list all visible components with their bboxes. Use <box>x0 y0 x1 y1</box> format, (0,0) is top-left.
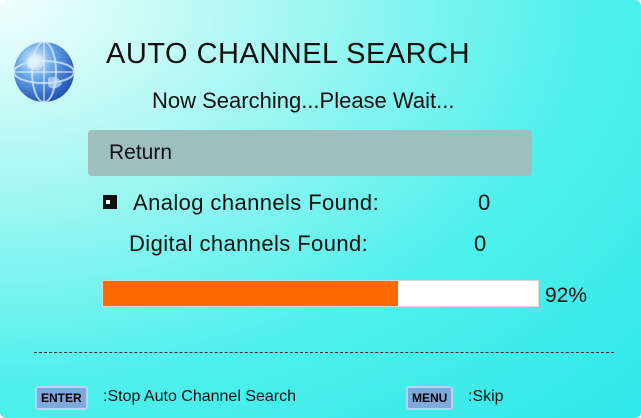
search-progress-fill <box>103 281 398 306</box>
status-message: Now Searching...Please Wait... <box>152 88 455 113</box>
return-button[interactable]: Return <box>88 130 532 176</box>
analog-channels-label: Analog channels Found: <box>133 190 380 215</box>
marker-dot <box>106 200 110 204</box>
auto-channel-search-screen: AUTO CHANNEL SEARCH Now Searching...Plea… <box>0 0 641 418</box>
page-title: AUTO CHANNEL SEARCH <box>106 38 471 70</box>
return-button-label: Return <box>109 141 173 164</box>
analog-channels-count: 0 <box>478 190 491 215</box>
digital-channels-label: Digital channels Found: <box>129 231 369 256</box>
selection-marker-icon <box>103 195 117 209</box>
menu-key-button[interactable]: MENU <box>406 386 454 410</box>
search-progress-bar <box>102 280 539 307</box>
footer-divider <box>34 352 614 353</box>
enter-key-button[interactable]: ENTER <box>35 386 88 410</box>
enter-key-hint: :Stop Auto Channel Search <box>103 388 297 405</box>
globe-icon <box>13 41 75 103</box>
search-progress-percent: 92% <box>545 284 588 307</box>
menu-key-hint: :Skip <box>468 388 504 405</box>
digital-channels-count: 0 <box>474 231 487 256</box>
